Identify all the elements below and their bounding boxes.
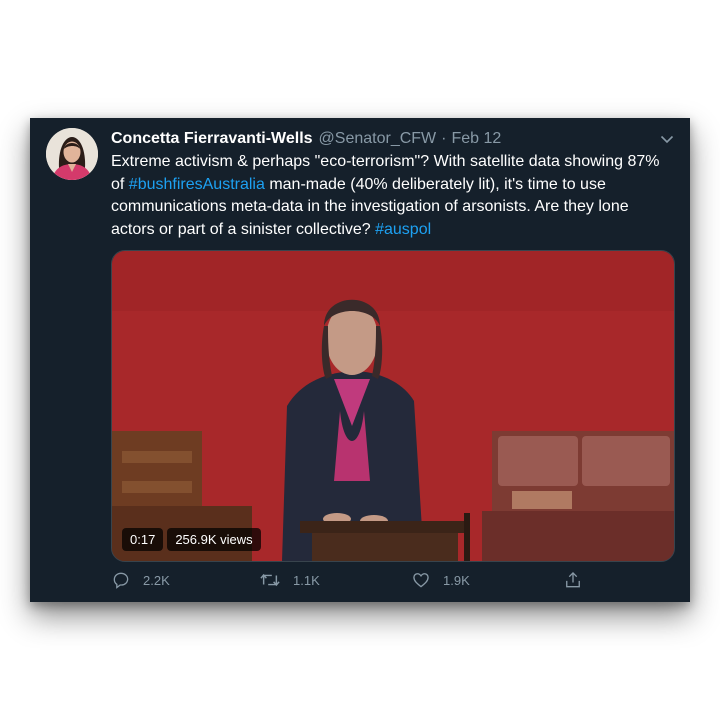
video-info: 0:17 256.9K views bbox=[122, 528, 261, 551]
avatar[interactable] bbox=[46, 128, 98, 180]
author-name[interactable]: Concetta Fierravanti-Wells bbox=[111, 130, 313, 148]
hashtag-bushfires-australia[interactable]: #bushfiresAustralia bbox=[129, 176, 265, 193]
header-separator: · bbox=[441, 130, 447, 147]
tweet-text: Extreme activism & perhaps "eco-terroris… bbox=[111, 151, 671, 241]
tweet-actions: 2.2K 1.1K 1.9K bbox=[111, 570, 611, 596]
like-count: 1.9K bbox=[443, 572, 470, 588]
tweet-header: Concetta Fierravanti-Wells @Senator_CFW … bbox=[111, 128, 670, 150]
video-frame bbox=[112, 251, 674, 561]
retweet-count: 1.1K bbox=[293, 572, 320, 588]
chevron-down-icon bbox=[660, 135, 674, 143]
like-button[interactable]: 1.9K bbox=[411, 570, 470, 590]
video-player[interactable]: 0:17 256.9K views bbox=[111, 250, 675, 562]
tweet-date[interactable]: Feb 12 bbox=[451, 130, 501, 148]
hashtag-auspol[interactable]: #auspol bbox=[375, 221, 431, 238]
video-duration: 0:17 bbox=[122, 528, 164, 551]
like-icon bbox=[413, 573, 429, 588]
more-options-button[interactable] bbox=[656, 128, 678, 150]
share-icon bbox=[566, 571, 580, 588]
reply-button[interactable]: 2.2K bbox=[111, 570, 170, 590]
share-button[interactable] bbox=[563, 570, 595, 590]
retweet-icon bbox=[260, 573, 280, 587]
avatar-image bbox=[46, 128, 98, 180]
video-views: 256.9K views bbox=[167, 528, 261, 551]
retweet-button[interactable]: 1.1K bbox=[259, 570, 320, 590]
tweet-card[interactable]: Concetta Fierravanti-Wells @Senator_CFW … bbox=[30, 118, 690, 602]
reply-icon bbox=[113, 572, 129, 589]
author-handle[interactable]: @Senator_CFW bbox=[319, 130, 437, 148]
reply-count: 2.2K bbox=[143, 572, 170, 588]
